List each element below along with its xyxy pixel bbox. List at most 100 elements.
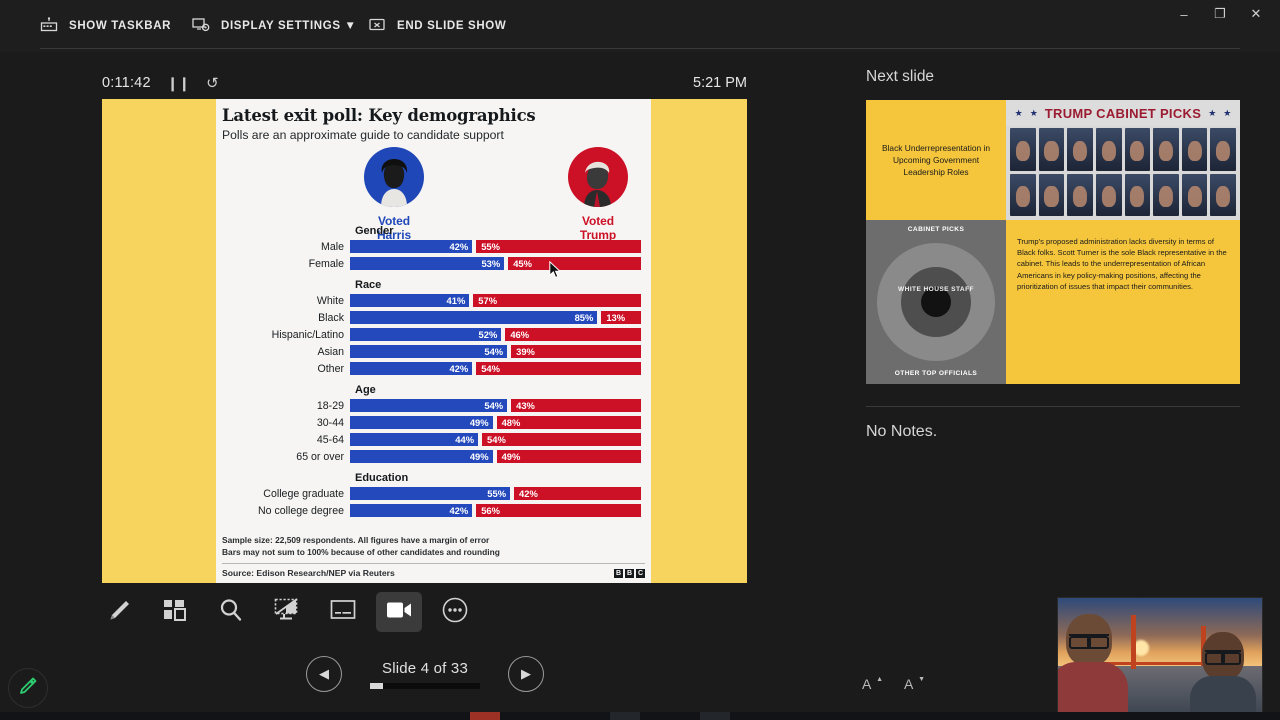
chart-group-education: Education College graduate 55% 42% No colleg… <box>216 472 651 517</box>
end-slide-show-button[interactable]: END SLIDE SHOW <box>368 0 506 52</box>
presenter-right-panel: Next slide Black Underrepresentation in … <box>866 68 1244 441</box>
trump-bar: 55% <box>476 240 641 253</box>
display-settings-button[interactable]: DISPLAY SETTINGS ▼ <box>192 0 357 52</box>
cabinet-picks-title: TRUMP CABINET PICKS <box>1044 105 1202 121</box>
notes-divider <box>866 406 1240 407</box>
cabinet-face <box>1181 173 1208 216</box>
thumb-headline-text: Black Underrepresentation in Upcoming Go… <box>881 142 990 178</box>
webcam-presenter-right <box>1188 630 1258 716</box>
star-icon: ★ <box>1208 107 1217 118</box>
harris-bar: 49% <box>350 416 493 429</box>
annotation-pen-indicator[interactable] <box>8 668 48 708</box>
mouse-cursor <box>549 261 561 279</box>
decrease-font-button[interactable]: A ▼ <box>904 676 925 696</box>
slideshow-toolbar <box>96 588 496 636</box>
elapsed-timer: 0:11:42 <box>102 75 151 91</box>
subtitles-tool[interactable] <box>320 592 366 632</box>
show-taskbar-label: SHOW TASKBAR <box>69 20 172 32</box>
more-options-tool[interactable] <box>432 592 478 632</box>
glasses-icon <box>1069 634 1109 649</box>
chart-group-heading: Education <box>355 472 409 484</box>
trump-bar: 54% <box>476 362 641 375</box>
current-slide-stage[interactable]: Latest exit poll: Key demographics Polls… <box>102 99 747 583</box>
footnote-divider <box>222 563 645 564</box>
current-clock: 5:21 PM <box>693 75 747 91</box>
slide-content: Latest exit poll: Key demographics Polls… <box>216 99 651 583</box>
black-screen-tool[interactable] <box>264 592 310 632</box>
taskbar-app-hint[interactable] <box>610 712 640 720</box>
chart-row-bars: 49% 48% <box>350 416 641 429</box>
chart-row: White 41% 57% <box>216 294 651 307</box>
bbc-logo-letter: C <box>636 568 645 578</box>
taskbar-sliver[interactable] <box>0 712 1280 720</box>
webcam-overlay[interactable] <box>1057 597 1263 717</box>
harris-bar: 53% <box>350 257 505 270</box>
restore-button[interactable]: ❐ <box>1202 0 1238 28</box>
chart-group-heading: Race <box>355 279 382 291</box>
chart-row: 18-29 54% 43% <box>216 399 651 412</box>
slide-counter-group: Slide 4 of 33 <box>364 660 486 689</box>
camera-icon <box>385 599 413 626</box>
thumb-body-text-quadrant: Trump's proposed administration lacks di… <box>1006 220 1240 384</box>
cabinet-faces-grid <box>1010 128 1236 216</box>
chart-row-bars: 41% 57% <box>350 294 641 307</box>
end-show-icon <box>368 17 386 36</box>
glasses-icon <box>1205 650 1241 665</box>
thumb-headline-quadrant: Black Underrepresentation in Upcoming Go… <box>866 100 1006 220</box>
show-taskbar-button[interactable]: SHOW TASKBAR <box>40 0 171 52</box>
chart-row-bars: 54% 43% <box>350 399 641 412</box>
reset-timer-button[interactable]: ↺ <box>206 74 219 92</box>
taskbar-app-hint[interactable] <box>470 712 500 720</box>
notes-font-controls: A ▲ A ▼ <box>862 676 925 696</box>
presenter-view-topbar: SHOW TASKBAR DISPLAY SETTINGS ▼ END SLID… <box>0 0 1280 52</box>
cabinet-face <box>1210 173 1236 216</box>
caret-down-icon: ▼ <box>918 676 925 683</box>
zoom-tool[interactable] <box>208 592 254 632</box>
org-wheel-inner-ring <box>901 267 971 337</box>
cabinet-face <box>1153 173 1179 216</box>
harris-portrait <box>364 147 424 207</box>
pause-timer-button[interactable]: ❙❙ <box>167 75 190 92</box>
chart-row: Black 85% 13% <box>216 311 651 324</box>
wheel-top-caption: CABINET PICKS <box>907 226 965 233</box>
chart-row-bars: 49% 49% <box>350 450 641 463</box>
cabinet-face <box>1181 128 1208 171</box>
harris-silhouette <box>381 159 408 207</box>
cabinet-face <box>1010 128 1036 171</box>
trump-bar: 45% <box>508 257 641 270</box>
slide-progress-track[interactable] <box>370 682 480 689</box>
pen-icon <box>106 597 132 628</box>
cabinet-face <box>1095 173 1122 216</box>
chart-row-label: Hispanic/Latino <box>271 328 344 341</box>
chart-row-label: White <box>316 294 344 307</box>
close-button[interactable]: ✕ <box>1238 0 1274 28</box>
chart-row: Hispanic/Latino 52% 46% <box>216 328 651 341</box>
trump-bar: 13% <box>601 311 641 324</box>
trump-bar: 42% <box>514 487 641 500</box>
chart-row-label: Asian <box>317 345 345 358</box>
harris-bar: 42% <box>350 240 473 253</box>
harris-bar: 54% <box>350 345 508 358</box>
thumb-body-text: Trump's proposed administration lacks di… <box>1017 237 1227 291</box>
next-slide-button[interactable]: ▶ <box>508 656 544 692</box>
slide-progress-fill <box>370 682 384 689</box>
slide-subtitle: Polls are an approximate guide to candid… <box>222 128 504 142</box>
star-icon: ★ <box>1029 107 1038 118</box>
increase-font-button[interactable]: A ▲ <box>862 676 883 696</box>
increase-font-label: A <box>862 676 872 692</box>
camera-tool[interactable] <box>376 592 422 632</box>
taskbar-app-hint[interactable] <box>700 712 730 720</box>
all-slides-tool[interactable] <box>152 592 198 632</box>
slide-footnote: Sample size: 22,509 respondents. All fig… <box>222 535 645 559</box>
wheel-bottom-caption: OTHER TOP OFFICIALS <box>894 370 978 378</box>
timer-row: 0:11:42 ❙❙ ↺ 5:21 PM <box>102 70 747 96</box>
chart-row-label: 65 or over <box>296 450 344 463</box>
end-slide-show-label: END SLIDE SHOW <box>397 20 507 32</box>
trump-bar: 56% <box>476 504 641 517</box>
chart-row: 45-64 44% 54% <box>216 433 651 446</box>
previous-slide-button[interactable]: ◀ <box>306 656 342 692</box>
minimize-button[interactable]: – <box>1166 0 1202 28</box>
pen-tool[interactable] <box>96 592 142 632</box>
next-slide-thumbnail[interactable]: Black Underrepresentation in Upcoming Go… <box>866 100 1240 384</box>
chart-row-label: 30-44 <box>316 416 344 429</box>
